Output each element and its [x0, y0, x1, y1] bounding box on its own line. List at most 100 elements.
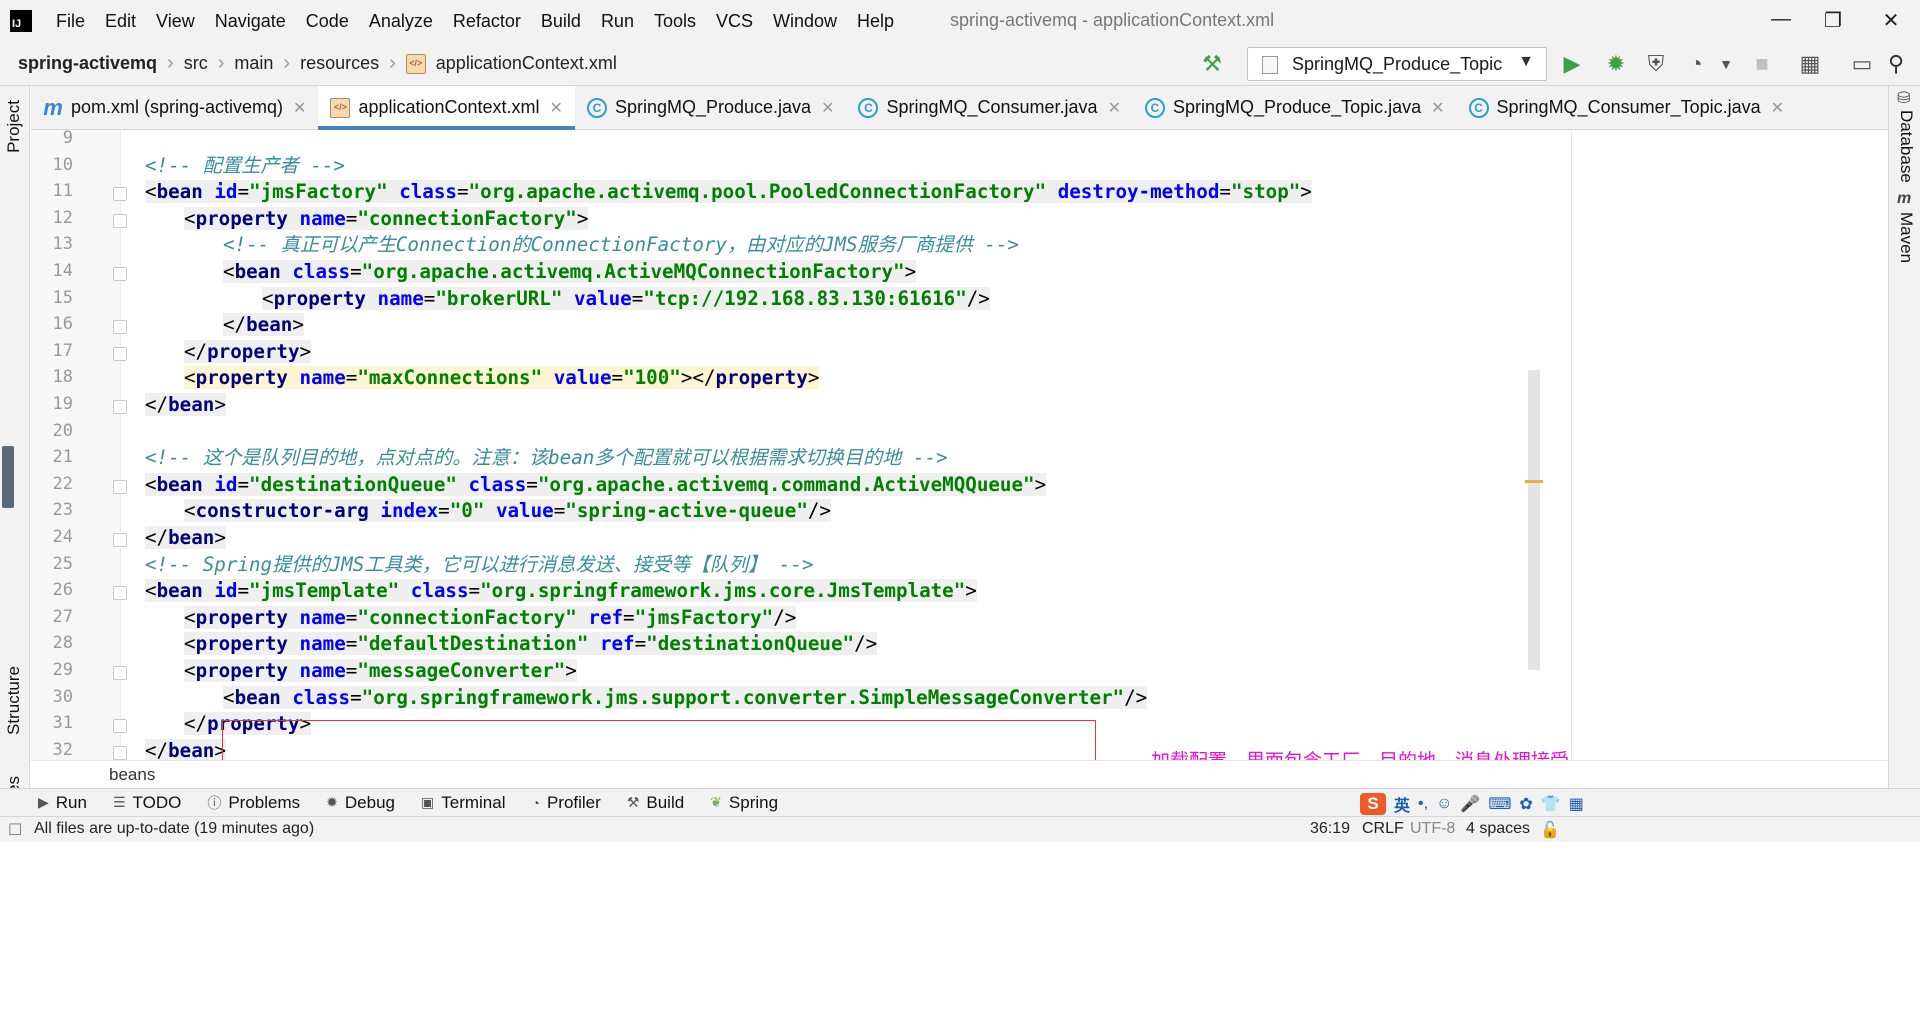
code-line[interactable]: <!-- 真正可以产生Connection的ConnectionFactory，… — [223, 230, 1019, 260]
restore-button[interactable]: ❐ — [1818, 8, 1848, 33]
lock-icon[interactable]: 🔓 — [1540, 820, 1560, 840]
run-configuration-select[interactable]: SpringMQ_Produce_Topic ▼ — [1247, 47, 1547, 81]
grid-icon[interactable]: ▦ — [1569, 794, 1584, 814]
fold-toggle-icon[interactable] — [113, 745, 127, 760]
menu-view[interactable]: View — [146, 11, 205, 32]
line-number[interactable]: 24 — [31, 527, 73, 547]
fold-toggle-icon[interactable] — [113, 346, 127, 361]
line-number[interactable]: 19 — [31, 394, 73, 414]
fold-toggle-icon[interactable] — [113, 320, 127, 335]
code-line[interactable]: <property name="connectionFactory"> — [184, 204, 589, 234]
line-number[interactable]: 21 — [31, 447, 73, 467]
menu-refactor[interactable]: Refactor — [443, 11, 531, 32]
warning-marker[interactable] — [1525, 480, 1543, 483]
nav-project[interactable]: spring-activemq — [0, 53, 163, 74]
code-line[interactable]: <constructor-arg index="0" value="spring… — [184, 496, 831, 526]
project-structure-icon[interactable]: ▦ — [1794, 48, 1826, 80]
status-toggle-icon[interactable]: ☐ — [8, 820, 22, 840]
nav-src[interactable]: src — [178, 53, 214, 74]
close-icon[interactable]: ✕ — [821, 98, 834, 118]
line-number[interactable]: 27 — [31, 607, 73, 627]
hammer-icon[interactable]: ⚒ — [1196, 48, 1228, 80]
build-tool-button[interactable]: ⚒ Build — [627, 793, 684, 813]
menu-window[interactable]: Window — [763, 11, 847, 32]
search-icon[interactable]: ⚲ — [1880, 48, 1912, 80]
menu-tools[interactable]: Tools — [644, 11, 706, 32]
sogou-logo-icon[interactable]: S — [1360, 793, 1386, 815]
menu-file[interactable]: File — [46, 11, 95, 32]
menu-vcs[interactable]: VCS — [706, 11, 763, 32]
structure-tool-tab[interactable]: Structure — [4, 666, 24, 735]
menu-navigate[interactable]: Navigate — [205, 11, 296, 32]
line-number[interactable]: 16 — [31, 314, 73, 334]
microphone-icon[interactable]: 🎤 — [1460, 794, 1480, 814]
emoji-icon[interactable]: ☺ — [1436, 795, 1452, 813]
line-number[interactable]: 30 — [31, 687, 73, 707]
close-icon[interactable]: ✕ — [1431, 98, 1444, 118]
maven-tool-tab[interactable]: Maven — [1896, 212, 1916, 263]
stop-icon[interactable]: ■ — [1746, 48, 1778, 80]
profiler-tool-button[interactable]: ◔ Profiler — [531, 793, 600, 813]
line-number[interactable]: 15 — [31, 288, 73, 308]
nav-file[interactable]: applicationContext.xml — [430, 53, 623, 74]
debug-tool-button[interactable]: ✹ Debug — [326, 793, 395, 813]
line-number[interactable]: 29 — [31, 660, 73, 680]
chevron-up-icon[interactable]: ⌃ — [1504, 130, 1517, 135]
bug-icon[interactable]: ✹ — [1600, 48, 1632, 80]
code-line[interactable]: <bean id="jmsTemplate" class="org.spring… — [145, 576, 977, 606]
project-tool-tab[interactable]: Project — [4, 100, 24, 153]
menu-build[interactable]: Build — [531, 11, 591, 32]
line-number[interactable]: 17 — [31, 341, 73, 361]
nav-main[interactable]: main — [228, 53, 279, 74]
punctuation-icon[interactable]: •, — [1418, 795, 1428, 813]
file-encoding[interactable]: UTF-8 — [1410, 820, 1455, 838]
code-line[interactable]: <bean class="org.springframework.jms.sup… — [223, 683, 1148, 713]
vertical-scrollbar[interactable] — [1528, 370, 1540, 670]
line-number[interactable]: 14 — [31, 261, 73, 281]
skin-icon[interactable]: ✿ — [1519, 794, 1532, 814]
ime-language[interactable]: 英 — [1394, 792, 1410, 816]
line-number[interactable]: 26 — [31, 580, 73, 600]
code-line[interactable]: </bean> — [145, 523, 226, 553]
line-number[interactable]: 10 — [31, 155, 73, 175]
line-number[interactable]: 28 — [31, 633, 73, 653]
line-number[interactable]: 12 — [31, 208, 73, 228]
fold-toggle-icon[interactable] — [113, 719, 127, 734]
menu-run[interactable]: Run — [591, 11, 644, 32]
code-line[interactable]: <property name="connectionFactory" ref="… — [184, 603, 797, 633]
code-line[interactable]: <!-- Spring提供的JMS工具类，它可以进行消息发送、接受等【队列】 -… — [145, 550, 813, 580]
menu-analyze[interactable]: Analyze — [359, 11, 443, 32]
code-line[interactable]: <property name="messageConverter"> — [184, 656, 577, 686]
keyboard-icon[interactable]: ⌨ — [1488, 794, 1511, 814]
shirt-icon[interactable]: 👕 — [1541, 794, 1561, 814]
line-number[interactable]: 25 — [31, 554, 73, 574]
line-number[interactable]: 18 — [31, 367, 73, 387]
code-line[interactable]: </property> — [184, 337, 312, 367]
line-number[interactable]: 23 — [31, 500, 73, 520]
inspection-widget[interactable]: ⚠ 1 ✔ 1 ⌃ ⌄ — [1415, 130, 1541, 135]
code-line[interactable]: <bean class="org.apache.activemq.ActiveM… — [223, 257, 917, 287]
code-line[interactable]: <property name="maxConnections" value="1… — [184, 363, 820, 393]
code-line[interactable]: <property name="defaultDestination" ref=… — [184, 629, 878, 659]
tab-springmq-produce[interactable]: C SpringMQ_Produce.java ✕ — [575, 86, 847, 130]
line-number[interactable]: 9 — [31, 130, 73, 148]
close-icon[interactable]: ✕ — [550, 98, 563, 118]
fold-toggle-icon[interactable] — [113, 400, 127, 414]
line-number[interactable]: 13 — [31, 234, 73, 254]
tab-springmq-consumer-topic[interactable]: C SpringMQ_Consumer_Topic.java ✕ — [1457, 86, 1797, 130]
code-line[interactable]: <!-- 这个是队列目的地，点对点的。注意：该bean多个配置就可以根据需求切换… — [145, 443, 948, 473]
line-number[interactable]: 20 — [31, 421, 73, 441]
fold-toggle-icon[interactable] — [113, 213, 127, 228]
line-number[interactable]: 31 — [31, 713, 73, 733]
chevron-down-icon[interactable]: ▼ — [1710, 48, 1742, 80]
fold-toggle-icon[interactable] — [113, 533, 127, 547]
nav-resources[interactable]: resources — [294, 53, 385, 74]
run-tool-button[interactable]: ▶ Run — [38, 793, 87, 813]
code-line[interactable]: <!-- 配置生产者 --> — [145, 151, 345, 181]
fold-toggle-icon[interactable] — [113, 479, 127, 494]
terminal-window-icon[interactable]: ▭ — [1846, 48, 1878, 80]
close-icon[interactable]: ✕ — [1771, 98, 1784, 118]
tab-springmq-consumer[interactable]: C SpringMQ_Consumer.java ✕ — [846, 86, 1133, 130]
code-line[interactable]: <bean id="destinationQueue" class="org.a… — [145, 470, 1047, 500]
indent-setting[interactable]: 4 spaces — [1466, 820, 1530, 838]
